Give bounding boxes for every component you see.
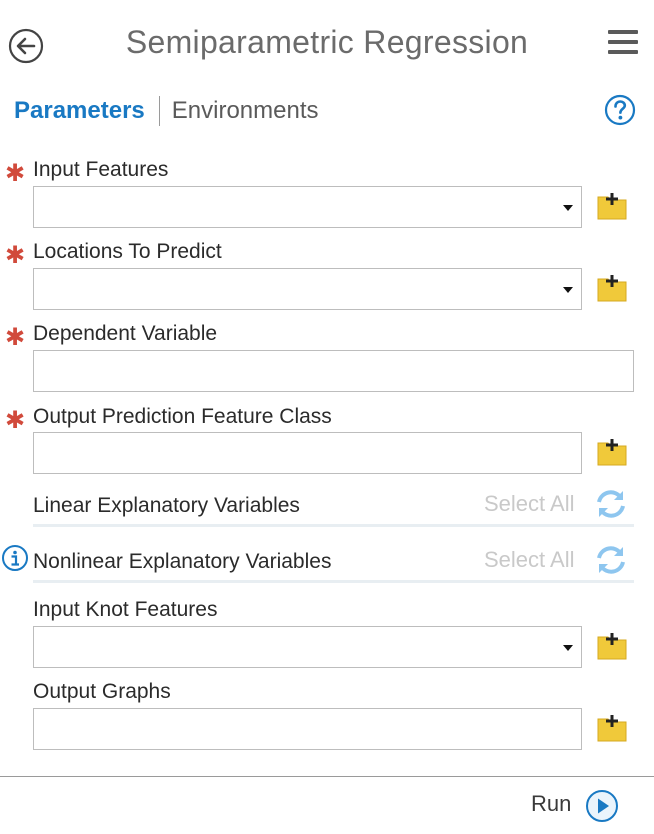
tool-title: Semiparametric Regression bbox=[125, 24, 529, 60]
nonlinear-select-all-button[interactable]: Select All bbox=[484, 547, 575, 573]
help-question-icon[interactable] bbox=[604, 94, 636, 126]
hamburger-menu-icon[interactable] bbox=[608, 30, 638, 60]
input-knot-features-label: Input Knot Features bbox=[33, 598, 218, 621]
dependent-variable-input[interactable] bbox=[34, 351, 633, 391]
input-features-input[interactable] bbox=[34, 187, 581, 227]
run-play-icon[interactable] bbox=[584, 788, 620, 824]
input-knot-features-dropdown[interactable] bbox=[33, 626, 582, 668]
browse-folder-icon[interactable] bbox=[596, 436, 628, 468]
input-knot-features-input[interactable] bbox=[34, 627, 581, 667]
nonlinear-explanatory-label: Nonlinear Explanatory Variables bbox=[33, 550, 332, 573]
refresh-icon[interactable] bbox=[594, 487, 628, 521]
locations-to-predict-label: Locations To Predict bbox=[33, 240, 222, 263]
input-features-label: Input Features bbox=[33, 158, 169, 181]
input-features-dropdown[interactable] bbox=[33, 186, 582, 228]
required-marker: ✱ bbox=[5, 160, 26, 187]
linear-select-all-button[interactable]: Select All bbox=[484, 491, 575, 517]
output-graphs-field[interactable] bbox=[33, 708, 582, 750]
add-data-folder-icon[interactable] bbox=[596, 272, 628, 304]
tab-divider bbox=[158, 96, 160, 126]
output-prediction-field[interactable] bbox=[33, 432, 582, 474]
divider bbox=[33, 524, 634, 527]
run-label[interactable]: Run bbox=[531, 791, 571, 817]
required-marker: ✱ bbox=[5, 242, 26, 269]
geoprocessing-pane: Semiparametric Regression Parameters Env… bbox=[0, 0, 654, 834]
browse-folder-icon[interactable] bbox=[596, 712, 628, 744]
linear-explanatory-label: Linear Explanatory Variables bbox=[33, 494, 300, 517]
locations-to-predict-dropdown[interactable] bbox=[33, 268, 582, 310]
pane-header: Semiparametric Regression bbox=[0, 0, 654, 90]
output-prediction-input[interactable] bbox=[34, 433, 581, 473]
locations-to-predict-input[interactable] bbox=[34, 269, 581, 309]
tab-environments[interactable]: Environments bbox=[172, 97, 319, 125]
chevron-down-icon[interactable] bbox=[563, 205, 573, 211]
chevron-down-icon[interactable] bbox=[563, 287, 573, 293]
required-marker: ✱ bbox=[5, 407, 26, 434]
info-icon[interactable] bbox=[0, 544, 30, 574]
add-data-folder-icon[interactable] bbox=[596, 630, 628, 662]
output-graphs-label: Output Graphs bbox=[33, 680, 171, 703]
chevron-down-icon[interactable] bbox=[563, 645, 573, 651]
dependent-variable-field[interactable] bbox=[33, 350, 634, 392]
dependent-variable-label: Dependent Variable bbox=[33, 322, 218, 345]
output-graphs-input[interactable] bbox=[34, 709, 581, 749]
footer-divider bbox=[0, 776, 654, 777]
output-prediction-label: Output Prediction Feature Class bbox=[33, 405, 332, 428]
divider bbox=[33, 580, 634, 583]
required-marker: ✱ bbox=[5, 324, 26, 351]
tab-bar: Parameters Environments bbox=[14, 94, 319, 128]
add-data-folder-icon[interactable] bbox=[596, 190, 628, 222]
refresh-icon[interactable] bbox=[594, 543, 628, 577]
tab-parameters[interactable]: Parameters bbox=[14, 97, 145, 125]
